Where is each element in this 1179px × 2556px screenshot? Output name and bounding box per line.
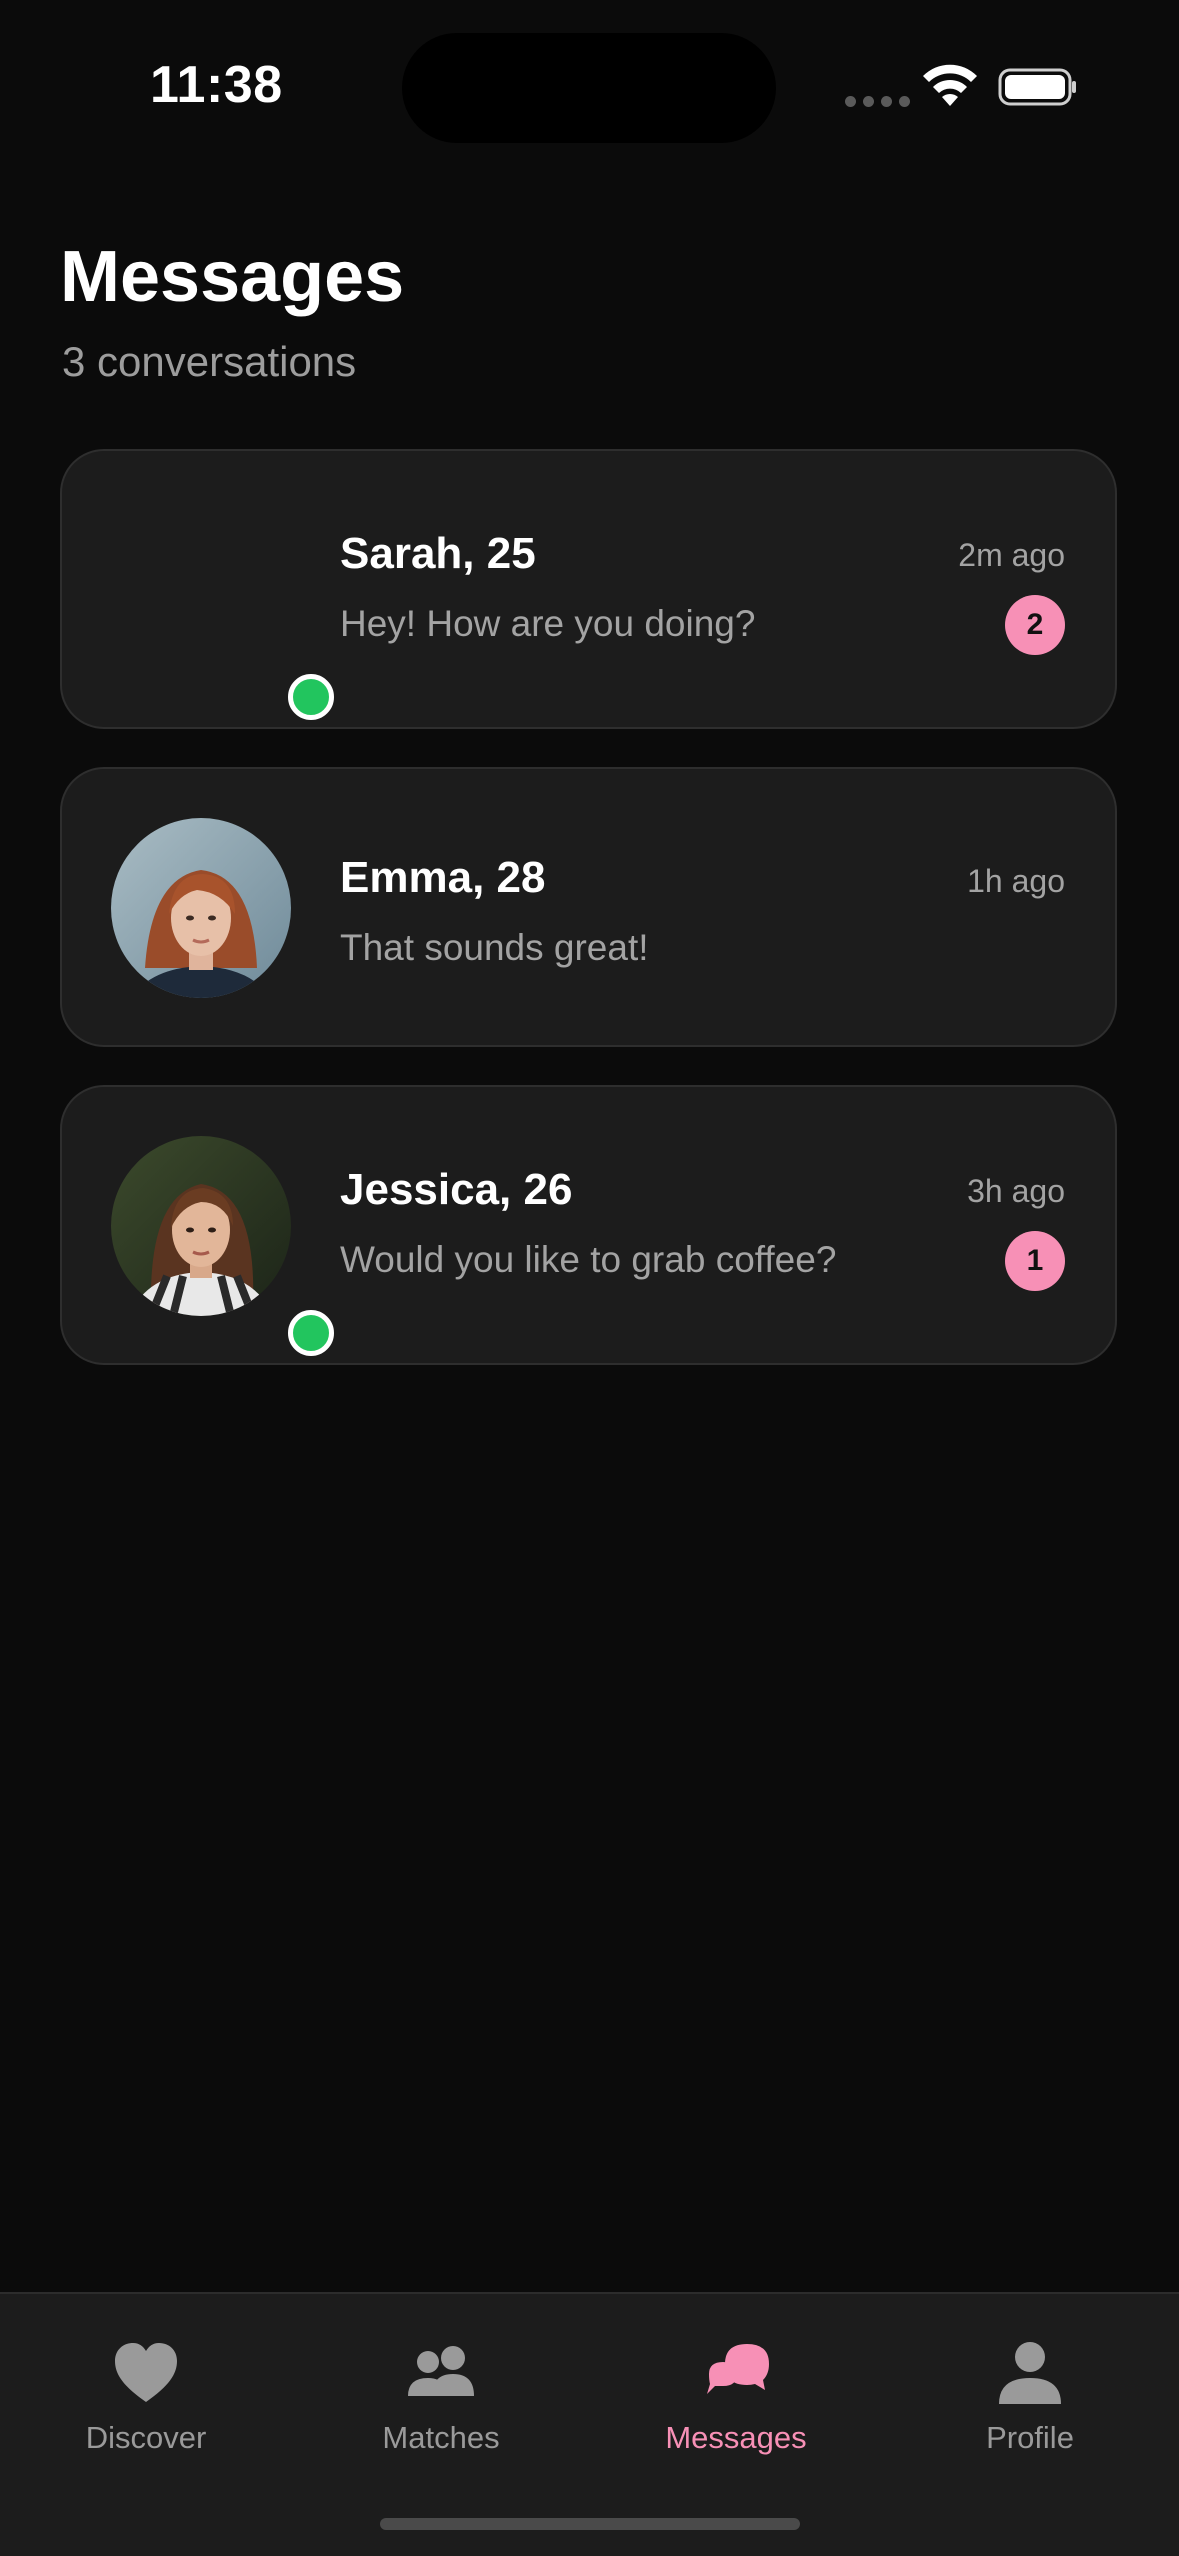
chat-bubbles-icon <box>707 2344 769 2394</box>
avatar <box>111 500 334 720</box>
conversation-item-sarah[interactable]: Sarah, 25 Hey! How are you doing? 2m ago… <box>60 449 1117 729</box>
avatar-photo <box>111 1136 291 1316</box>
message-time: 2m ago <box>958 537 1065 573</box>
home-indicator <box>380 2518 800 2530</box>
conversation-name: Emma, 28 <box>340 853 546 902</box>
heart-icon <box>115 2343 177 2402</box>
avatar-photo <box>111 818 291 998</box>
tab-bar: Discover Matches Messages Profile <box>0 2292 1179 2556</box>
tab-discover[interactable]: Discover <box>26 2340 266 2470</box>
message-time: 1h ago <box>967 863 1065 899</box>
tab-label: Messages <box>665 2420 807 2455</box>
message-preview: That sounds great! <box>340 927 649 968</box>
tab-label: Discover <box>85 2420 207 2455</box>
conversation-name: Sarah, 25 <box>340 529 536 578</box>
message-time: 3h ago <box>967 1173 1065 1209</box>
message-preview: Would you like to grab coffee? <box>340 1239 837 1280</box>
avatar <box>111 818 291 998</box>
conversation-name: Jessica, 26 <box>340 1165 573 1214</box>
online-status-dot <box>288 1310 334 1356</box>
tab-label: Profile <box>986 2420 1074 2455</box>
avatar <box>111 1136 334 1356</box>
unread-badge: 1 <box>1005 1231 1065 1291</box>
online-status-dot <box>288 674 334 720</box>
people-icon <box>408 2346 474 2396</box>
tab-label: Matches <box>382 2420 500 2455</box>
dynamic-island <box>402 33 776 143</box>
page-title: Messages <box>60 237 405 317</box>
unread-badge: 2 <box>1005 595 1065 655</box>
conversation-item-jessica[interactable]: Jessica, 26 Would you like to grab coffe… <box>60 1085 1117 1365</box>
tab-profile[interactable]: Profile <box>910 2340 1150 2470</box>
status-time: 11:38 <box>150 56 283 114</box>
tab-matches[interactable]: Matches <box>321 2340 561 2470</box>
conversation-count: 3 conversations <box>62 338 357 385</box>
conversation-item-emma[interactable]: Emma, 28 That sounds great! 1h ago <box>60 767 1117 1047</box>
wifi-icon <box>923 64 977 106</box>
person-icon <box>999 2342 1061 2404</box>
cellular-signal-icon <box>845 96 910 107</box>
battery-icon <box>998 68 1076 106</box>
tab-messages[interactable]: Messages <box>616 2340 856 2470</box>
message-preview: Hey! How are you doing? <box>340 603 756 644</box>
